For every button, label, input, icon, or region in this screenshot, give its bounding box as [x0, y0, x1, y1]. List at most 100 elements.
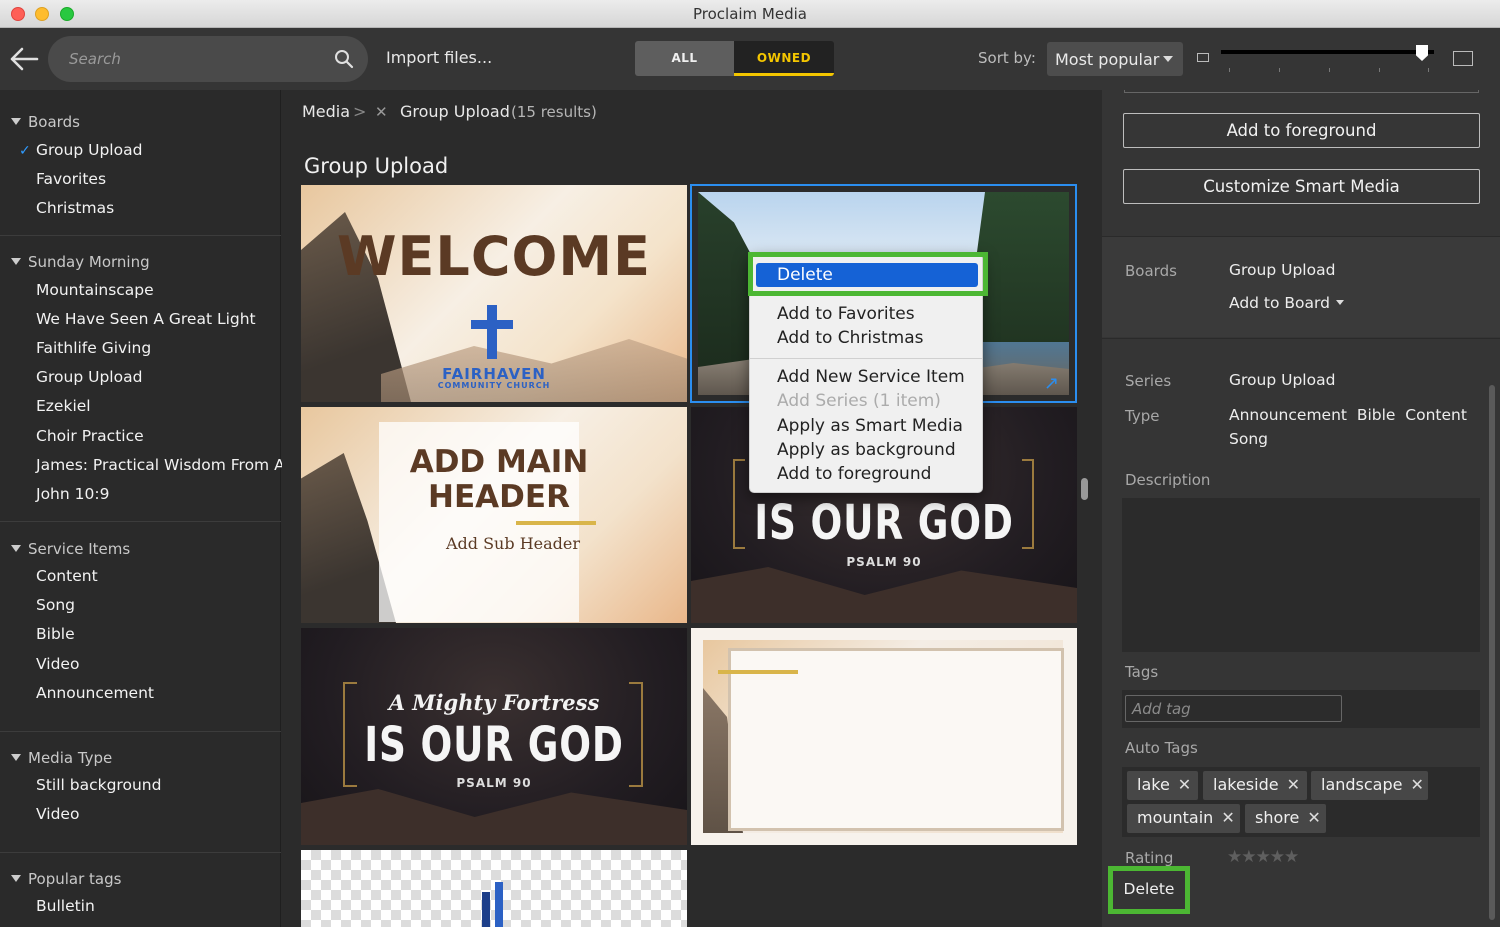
sidebar-item-choir-practice[interactable]: Choir Practice	[36, 427, 144, 445]
clear-filter-icon[interactable]: ✕	[375, 103, 388, 121]
menu-item-add-christmas[interactable]: Add to Christmas	[777, 328, 924, 348]
sidebar-item-announcement[interactable]: Announcement	[36, 684, 154, 702]
sort-dropdown[interactable]: Most popular	[1047, 42, 1183, 76]
close-icon[interactable]: ✕	[1221, 808, 1234, 827]
sidebar-item-mountainscape[interactable]: Mountainscape	[36, 281, 154, 299]
series-value: Group Upload	[1229, 371, 1336, 389]
detail-scrollbar[interactable]	[1489, 385, 1495, 920]
search-icon[interactable]	[334, 49, 354, 69]
media-tile-main-header[interactable]: ADD MAIN HEADER Add Sub Header	[301, 407, 687, 623]
sidebar-item-group-upload-2[interactable]: Group Upload	[36, 368, 142, 386]
sidebar: Boards ✓ Group Upload Favorites Christma…	[0, 90, 295, 927]
tag-chip-shore[interactable]: shore ✕	[1245, 804, 1326, 833]
sidebar-item-media-video[interactable]: Video	[36, 805, 79, 823]
breadcrumb-media[interactable]: Media	[302, 102, 350, 121]
media-tile-mighty-fortress[interactable]: A Mighty Fortress IS OUR GOD PSALM 90	[301, 628, 687, 845]
expand-arrow-icon[interactable]: ↗	[1044, 373, 1059, 394]
menu-item-add-favorites[interactable]: Add to Favorites	[777, 304, 915, 324]
small-thumbnail-icon[interactable]	[1197, 53, 1209, 62]
sidebar-item-song[interactable]: Song	[36, 596, 75, 614]
tags-label: Tags	[1125, 663, 1159, 681]
breadcrumb-separator: >	[353, 102, 367, 121]
sidebar-item-favorites[interactable]: Favorites	[36, 170, 106, 188]
sidebar-item-content[interactable]: Content	[36, 567, 98, 585]
tile-reference: PSALM 90	[846, 555, 922, 569]
rating-label: Rating	[1125, 849, 1174, 867]
chevron-down-icon	[1163, 56, 1173, 62]
grid-scrollbar[interactable]	[1081, 478, 1088, 500]
boards-block	[1102, 237, 1500, 337]
add-to-foreground-button[interactable]: Add to foreground	[1123, 113, 1480, 148]
customize-smart-media-button[interactable]: Customize Smart Media	[1123, 169, 1480, 204]
add-to-board-dropdown[interactable]: Add to Board	[1229, 294, 1344, 312]
sort-label: Sort by:	[978, 49, 1036, 67]
sidebar-item-group-upload[interactable]: Group Upload	[36, 141, 142, 159]
sidebar-item-christmas[interactable]: Christmas	[36, 199, 114, 217]
sidebar-item-great-light[interactable]: We Have Seen A Great Light	[36, 310, 256, 328]
tag-chip-lake[interactable]: lake ✕	[1127, 771, 1198, 800]
sidebar-item-video[interactable]: Video	[36, 655, 79, 673]
sidebar-item-still-background[interactable]: Still background	[36, 776, 161, 794]
sidebar-item-faithlife-giving[interactable]: Faithlife Giving	[36, 339, 151, 357]
menu-item-add-foreground[interactable]: Add to foreground	[777, 464, 931, 484]
tile-church-subtitle: COMMUNITY CHURCH	[437, 381, 551, 390]
tag-chip-mountain[interactable]: mountain ✕	[1127, 804, 1240, 833]
tag-chip-lakeside[interactable]: lakeside ✕	[1203, 771, 1307, 800]
result-count: (15 results)	[511, 103, 597, 121]
boards-section-header[interactable]: Boards	[11, 113, 80, 131]
large-thumbnail-icon[interactable]	[1453, 51, 1473, 66]
add-tag-input[interactable]: Add tag	[1125, 695, 1342, 722]
sidebar-divider	[0, 731, 281, 732]
sidebar-item-john[interactable]: John 10:9	[36, 485, 109, 503]
close-icon[interactable]: ✕	[1307, 808, 1320, 827]
delete-button[interactable]: Delete	[1108, 866, 1190, 914]
menu-item-apply-background[interactable]: Apply as background	[777, 440, 956, 460]
rating-stars[interactable]: ★★★★★	[1227, 847, 1299, 867]
slider-thumb[interactable]	[1416, 45, 1428, 61]
media-type-section-header[interactable]: Media Type	[11, 749, 112, 767]
media-tile-welcome[interactable]: WELCOME FAIRHAVEN COMMUNITY CHURCH	[301, 185, 687, 402]
window-title: Proclaim Media	[692, 5, 807, 23]
auto-tags-label: Auto Tags	[1125, 739, 1198, 757]
tile-title: IS OUR GOD	[754, 495, 1014, 551]
description-field[interactable]	[1122, 498, 1480, 652]
title-bar: Proclaim Media	[0, 0, 1500, 28]
close-icon[interactable]: ✕	[1287, 775, 1300, 794]
search-input[interactable]: Search	[48, 36, 368, 82]
sidebar-item-ezekiel[interactable]: Ezekiel	[36, 397, 91, 415]
sort-value: Most popular	[1055, 50, 1160, 69]
thumbnail-size-slider[interactable]	[1221, 45, 1434, 61]
breadcrumb-group-upload[interactable]: Group Upload	[400, 102, 510, 121]
sunday-morning-section-header[interactable]: Sunday Morning	[11, 253, 150, 271]
description-label: Description	[1125, 471, 1211, 489]
popular-tags-section-header[interactable]: Popular tags	[11, 870, 121, 888]
toolbar: Search Import files... ALL OWNED Sort by…	[0, 28, 1500, 90]
close-icon[interactable]: ✕	[1410, 775, 1423, 794]
boards-value: Group Upload	[1229, 261, 1336, 279]
delete-highlight-box	[748, 252, 988, 296]
cross-icon	[487, 305, 497, 359]
media-grid-area: Media > ✕ Group Upload (15 results) Grou…	[282, 90, 1102, 927]
menu-item-apply-smart-media[interactable]: Apply as Smart Media	[777, 416, 963, 436]
type-value-2: Song	[1229, 430, 1268, 448]
menu-item-add-series: Add Series (1 item)	[777, 391, 941, 411]
page-title: Group Upload	[304, 154, 449, 178]
sidebar-item-bible[interactable]: Bible	[36, 625, 75, 643]
media-tile-blank-frame[interactable]	[691, 628, 1077, 845]
tags-box: Add tag	[1122, 690, 1480, 728]
back-arrow-icon[interactable]	[8, 44, 40, 74]
boards-label: Boards	[1125, 262, 1177, 280]
close-icon[interactable]: ✕	[1178, 775, 1191, 794]
filter-all-tab[interactable]: ALL	[635, 41, 734, 76]
service-items-section-header[interactable]: Service Items	[11, 540, 130, 558]
media-tile-transparent[interactable]	[301, 850, 687, 927]
sidebar-divider	[0, 521, 281, 522]
sidebar-item-james[interactable]: James: Practical Wisdom From Ab	[36, 456, 295, 474]
sidebar-item-bulletin[interactable]: Bulletin	[36, 897, 95, 915]
filter-owned-tab[interactable]: OWNED	[734, 41, 834, 76]
tile-reference: PSALM 90	[456, 776, 532, 790]
import-files-button[interactable]: Import files...	[386, 48, 492, 67]
menu-item-add-service-item[interactable]: Add New Service Item	[777, 367, 965, 387]
series-label: Series	[1125, 372, 1172, 390]
tag-chip-landscape[interactable]: landscape ✕	[1311, 771, 1428, 800]
